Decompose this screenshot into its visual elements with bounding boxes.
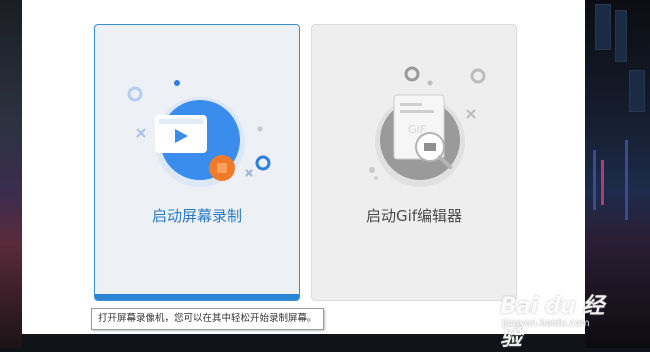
tooltip: 打开屏幕录像机，您可以在其中轻松开始录制屏幕。 (91, 308, 324, 330)
watermark-url: jingyan.baidu.com (502, 318, 590, 329)
start-screen-recording-label: 启动屏幕录制 (151, 207, 242, 225)
gif-editor-icon: GIF (369, 66, 486, 187)
video-camera-icon (127, 80, 271, 187)
launcher-dialog: 启动屏幕录制 GIF 启动Gif编辑器 (22, 0, 585, 334)
start-gif-editor-label: 启动Gif编辑器 (365, 207, 463, 225)
baidu-watermark: Bai du 经验 jingyan.baidu.com (500, 288, 620, 351)
selected-indicator (95, 294, 299, 300)
tooltip-text: 打开屏幕录像机，您可以在其中轻松开始录制屏幕。 (98, 313, 317, 324)
background-left (0, 0, 22, 348)
start-gif-editor-card[interactable]: GIF 启动Gif编辑器 (311, 24, 517, 301)
start-screen-recording-card[interactable]: 启动屏幕录制 (94, 24, 300, 301)
